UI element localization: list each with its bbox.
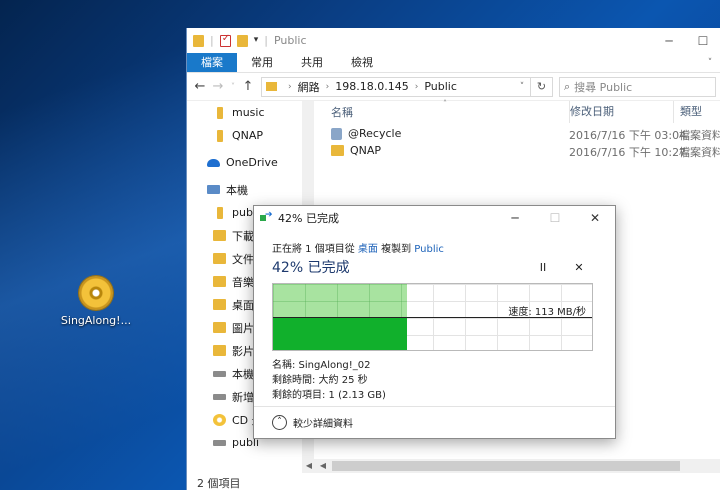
expand-ribbon-icon[interactable]: ˅ — [700, 53, 720, 72]
folder-icon — [193, 34, 204, 47]
maximize-icon: ☐ — [549, 211, 561, 225]
time-remaining-line: 剩餘時間: 大約 25 秒 — [272, 375, 368, 386]
sidebar-item-this-pc[interactable]: 本機 — [187, 178, 302, 201]
horizontal-scrollbar[interactable]: ◀ ◀ — [302, 459, 720, 473]
scroll-left-icon[interactable]: ◀ — [316, 459, 330, 473]
status-bar: 2 個項目 — [197, 477, 241, 490]
address-toolbar: ← → ˅ ↑ › 網路 › 198.18.0.145 › Public ˅ ↻… — [187, 73, 720, 101]
transfer-speed: 速度: 113 MB/秒 — [508, 307, 586, 318]
network-drive-icon — [213, 439, 226, 446]
new-folder-icon[interactable] — [236, 34, 248, 47]
percent-complete: 42% 已完成 — [272, 260, 350, 276]
column-date[interactable]: 修改日期 — [569, 101, 614, 123]
file-row[interactable]: @Recycle 2016/7/16 下午 03:04 檔案資料 — [315, 127, 720, 144]
file-name-line: 名稱: SingAlong!_02 — [272, 360, 371, 371]
items-remaining-line: 剩餘的項目: 1 (2.13 GB) — [272, 390, 386, 401]
back-icon[interactable]: ← — [191, 79, 209, 94]
dialog-title: 42% 已完成 — [278, 212, 339, 225]
folder-icon — [217, 106, 223, 119]
cd-drive-icon — [213, 413, 226, 426]
copy-description: 正在將 1 個項目從 桌面 複製到 Public — [272, 244, 444, 255]
desktop-icon-label: SingAlong!... — [60, 314, 132, 327]
copy-progress-dialog: 42% 已完成 ─ ☐ ✕ 正在將 1 個項目從 桌面 複製到 Public 4… — [253, 205, 616, 439]
explorer-titlebar: | ▾ | Public ─ ☐ — [187, 28, 720, 53]
pc-icon — [207, 185, 220, 194]
scroll-left-icon[interactable]: ◀ — [302, 459, 316, 473]
recent-dropdown-icon[interactable]: ˅ — [227, 82, 239, 91]
forward-icon[interactable]: → — [209, 79, 227, 94]
up-icon[interactable]: ↑ — [239, 79, 257, 94]
tab-share[interactable]: 共用 — [287, 53, 337, 72]
pictures-folder-icon — [213, 322, 226, 333]
network-drive-icon — [217, 206, 223, 219]
copy-icon — [260, 210, 273, 223]
column-type[interactable]: 類型 — [673, 101, 702, 123]
disk-icon — [213, 370, 226, 377]
properties-icon[interactable] — [219, 33, 231, 47]
less-details-button[interactable]: ˄ 較少詳細資料 — [254, 406, 615, 438]
transfer-speed-graph: 速度: 113 MB/秒 — [272, 283, 593, 351]
folder-icon — [217, 129, 223, 142]
search-icon: ⌕ — [564, 79, 571, 93]
minimize-icon[interactable]: ─ — [495, 211, 535, 225]
sidebar-item-music[interactable]: music — [187, 101, 302, 124]
sort-ascending-icon: ˄ — [443, 99, 447, 108]
search-placeholder: 搜尋 Public — [574, 80, 633, 94]
sidebar-item-backup-share[interactable]: back — [187, 454, 302, 459]
breadcrumb-network[interactable]: 網路 — [298, 79, 320, 95]
desktop-folder-icon — [213, 299, 226, 310]
column-header-row: ˄ 名稱 修改日期 類型 — [315, 99, 720, 123]
address-bar[interactable]: › 網路 › 198.18.0.145 › Public ˅ — [261, 76, 531, 97]
quick-access-dropdown-icon[interactable]: ▾ — [254, 35, 259, 47]
sidebar-item-onedrive[interactable]: OneDrive — [187, 151, 302, 174]
sidebar-item-qnap[interactable]: QNAP — [187, 124, 302, 147]
folder-icon — [331, 145, 344, 156]
tab-view[interactable]: 檢視 — [337, 53, 387, 72]
address-dropdown-icon[interactable]: ˅ — [514, 82, 530, 92]
file-row[interactable]: QNAP 2016/7/16 下午 10:27 檔案資料 — [315, 144, 720, 161]
minimize-icon[interactable]: ─ — [652, 34, 686, 48]
transfer-details: 名稱: SingAlong!_02 剩餘時間: 大約 25 秒 剩餘的項目: 1… — [272, 358, 597, 403]
speed-history-fill — [273, 318, 407, 350]
breadcrumb-host[interactable]: 198.18.0.145 — [335, 80, 408, 93]
onedrive-icon — [207, 158, 220, 167]
destination-link[interactable]: Public — [414, 244, 444, 255]
desktop-icon-singalong[interactable]: SingAlong!... — [58, 276, 134, 327]
window-title: Public — [273, 34, 307, 47]
scrollbar-thumb[interactable] — [332, 461, 680, 471]
disc-icon — [79, 276, 113, 310]
maximize-icon[interactable]: ☐ — [686, 34, 720, 48]
folder-icon — [266, 82, 277, 91]
column-name[interactable]: 名稱 — [331, 104, 353, 120]
pause-button[interactable]: II — [525, 261, 561, 274]
breadcrumb-public[interactable]: Public — [424, 80, 457, 93]
tab-file[interactable]: 檔案 — [187, 53, 237, 72]
ribbon-tabs: 檔案 常用 共用 檢視 ˅ — [187, 53, 720, 73]
chevron-up-icon: ˄ — [272, 415, 287, 430]
close-icon[interactable]: ✕ — [575, 211, 615, 225]
tab-home[interactable]: 常用 — [237, 53, 287, 72]
cancel-button[interactable]: ✕ — [561, 261, 597, 274]
refresh-icon[interactable]: ↻ — [531, 76, 553, 97]
videos-folder-icon — [213, 345, 226, 356]
wallpaper-light-beam — [0, 0, 190, 490]
progress-fill — [273, 284, 407, 318]
dialog-titlebar: 42% 已完成 ─ ☐ ✕ — [254, 206, 615, 230]
source-link[interactable]: 桌面 — [358, 244, 378, 255]
documents-folder-icon — [213, 253, 226, 264]
disk-icon — [213, 393, 226, 400]
search-input[interactable]: ⌕ 搜尋 Public — [559, 76, 716, 97]
music-folder-icon — [213, 276, 226, 287]
download-folder-icon — [213, 230, 226, 241]
recycle-icon — [331, 127, 342, 140]
